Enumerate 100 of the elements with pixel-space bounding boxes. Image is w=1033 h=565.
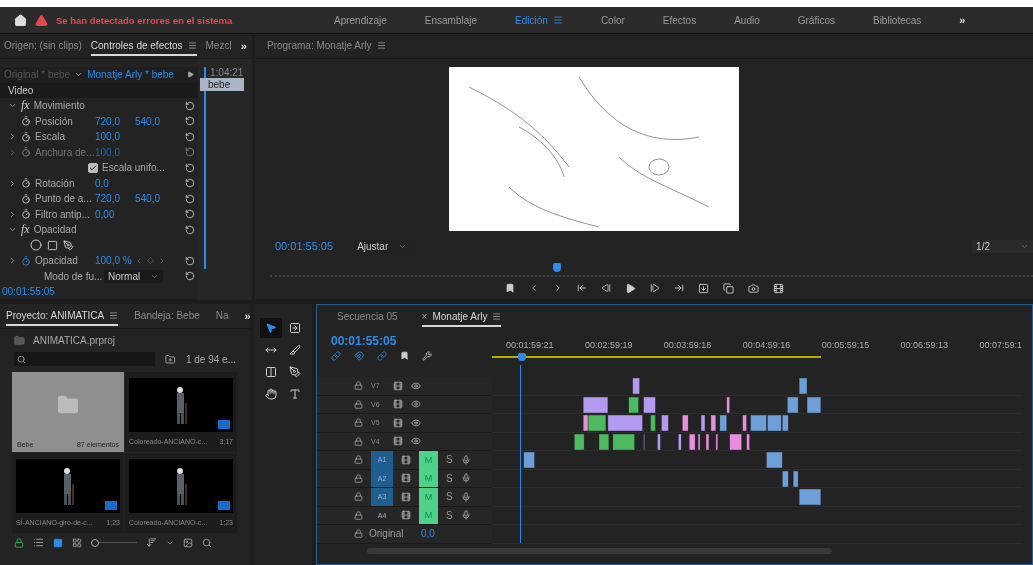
microphone-icon[interactable] xyxy=(460,454,471,465)
more-workspaces-button[interactable]: » xyxy=(959,14,966,26)
panel-tab[interactable]: Origen: (sin clips) xyxy=(4,36,82,56)
go-to-in-icon[interactable] xyxy=(576,283,587,293)
timeline-clip[interactable] xyxy=(729,433,742,450)
reset-icon[interactable] xyxy=(185,131,195,142)
timeline-clip[interactable] xyxy=(792,470,799,487)
microphone-icon[interactable] xyxy=(460,491,471,502)
stopwatch-icon[interactable] xyxy=(21,209,31,220)
solo-toggle[interactable]: S xyxy=(446,509,453,521)
timeline-clip[interactable] xyxy=(697,433,701,450)
sequence-clip-label[interactable]: Monatje Arly * bebe xyxy=(87,69,174,81)
marker-icon[interactable] xyxy=(504,283,515,293)
property-value[interactable]: 100,0 xyxy=(95,131,131,143)
timeline-clip[interactable] xyxy=(598,433,610,450)
lock-icon[interactable] xyxy=(354,492,363,502)
workspace-tab[interactable]: Gráficos xyxy=(797,14,835,26)
error-message[interactable]: Se han detectado errores en el sistema xyxy=(56,14,326,26)
play-icon[interactable] xyxy=(624,282,636,294)
checkbox[interactable] xyxy=(88,162,98,173)
microphone-icon[interactable] xyxy=(460,473,471,484)
panel-tab[interactable]: Controles de efectos xyxy=(90,36,197,56)
timeline-clip[interactable] xyxy=(632,377,640,395)
timeline-clip[interactable] xyxy=(643,396,656,413)
marker-icon[interactable] xyxy=(400,351,409,360)
stopwatch-icon[interactable] xyxy=(21,178,31,189)
ellipse-mask-icon[interactable] xyxy=(30,239,42,252)
reset-icon[interactable] xyxy=(185,209,195,220)
workspace-tab[interactable]: Audio xyxy=(734,14,760,26)
zoom-slider-thumb[interactable] xyxy=(91,538,100,547)
effect-name[interactable]: Movimiento xyxy=(33,100,85,112)
timeline-clip[interactable] xyxy=(715,433,719,450)
expand-icon[interactable] xyxy=(8,178,17,188)
microphone-icon[interactable] xyxy=(460,510,471,521)
stopwatch-icon[interactable] xyxy=(21,131,31,142)
workspace-tab[interactable]: Bibliotecas xyxy=(872,14,922,26)
eye-icon[interactable] xyxy=(411,436,421,447)
timeline-clip[interactable] xyxy=(643,433,645,450)
workspace-tab[interactable]: Efectos xyxy=(662,14,697,26)
lock-icon[interactable] xyxy=(354,418,363,428)
timeline-clip[interactable] xyxy=(766,451,783,469)
timeline-clip[interactable] xyxy=(688,433,696,450)
rectangle-mask-icon[interactable] xyxy=(47,239,58,251)
timeline-clip[interactable] xyxy=(661,414,669,432)
panel-tab[interactable]: Na xyxy=(215,306,229,326)
lock-icon[interactable] xyxy=(354,381,363,391)
panel-tab[interactable]: Bandeja: Bebe xyxy=(134,306,200,326)
blend-mode-dropdown[interactable]: Normal xyxy=(104,269,164,283)
property-value[interactable]: 540,0 xyxy=(135,193,165,205)
timeline-clip[interactable] xyxy=(705,433,710,450)
effect-name[interactable]: Opacidad xyxy=(33,224,77,236)
timeline-clip[interactable] xyxy=(787,396,799,413)
timeline-timecode[interactable]: 00:01:55:05 xyxy=(331,334,397,348)
property-value[interactable]: 0,00 xyxy=(95,208,131,220)
timeline-clip[interactable] xyxy=(628,396,639,413)
timeline-clip[interactable] xyxy=(782,470,789,487)
play-icon[interactable] xyxy=(186,71,194,79)
stopwatch-icon[interactable] xyxy=(21,255,31,266)
lock-icon[interactable] xyxy=(354,399,363,409)
panel-tab[interactable]: Proyecto: ANIMATICA xyxy=(6,306,119,326)
timeline-clip[interactable] xyxy=(750,414,767,432)
new-item-icon[interactable] xyxy=(183,537,193,548)
reset-icon[interactable] xyxy=(185,116,195,127)
workspace-tab[interactable]: Ensamblaje xyxy=(424,14,478,26)
timeline-clip[interactable] xyxy=(582,396,609,413)
property-value[interactable]: 540,0 xyxy=(135,115,165,127)
settings-icon[interactable] xyxy=(422,351,432,361)
menu-icon[interactable] xyxy=(109,310,119,320)
home-icon[interactable] xyxy=(14,13,27,27)
property-value[interactable]: 720,0 xyxy=(95,115,131,127)
step-back-icon[interactable] xyxy=(600,283,611,293)
reset-icon[interactable] xyxy=(185,100,195,111)
lock-icon[interactable] xyxy=(354,529,363,539)
property-value[interactable]: 100,0 % xyxy=(95,255,131,267)
lock-icon[interactable] xyxy=(354,455,363,465)
tool-button[interactable] xyxy=(260,318,282,338)
timeline-clip[interactable] xyxy=(806,396,822,413)
eye-icon[interactable] xyxy=(411,417,421,428)
lock-icon[interactable] xyxy=(354,473,363,483)
camera-icon[interactable] xyxy=(747,282,759,294)
master-volume[interactable]: 0,0 xyxy=(421,528,435,540)
reset-icon[interactable] xyxy=(185,271,195,282)
workspace-tab[interactable]: Edición xyxy=(515,14,563,26)
search-icon[interactable] xyxy=(202,537,212,548)
step-forward-icon[interactable] xyxy=(649,283,660,293)
reset-icon[interactable] xyxy=(185,162,195,173)
reset-icon[interactable] xyxy=(185,193,195,204)
timeline-clip[interactable] xyxy=(726,396,730,413)
bin-icon[interactable] xyxy=(165,353,176,365)
timeline-clip[interactable] xyxy=(700,414,706,432)
eye-icon[interactable] xyxy=(411,399,421,410)
stopwatch-icon[interactable] xyxy=(21,193,31,204)
sort-icon[interactable] xyxy=(146,537,157,548)
timeline-clip[interactable] xyxy=(574,433,585,450)
property-value[interactable]: 720,0 xyxy=(95,193,131,205)
timeline-clip[interactable] xyxy=(782,414,789,432)
freeform-view-icon[interactable] xyxy=(72,537,82,548)
program-monitor-tab[interactable]: Programa: Monatje Arly xyxy=(267,36,386,56)
timeline-clip[interactable] xyxy=(798,488,822,506)
workspace-tab[interactable]: Color xyxy=(600,14,625,26)
